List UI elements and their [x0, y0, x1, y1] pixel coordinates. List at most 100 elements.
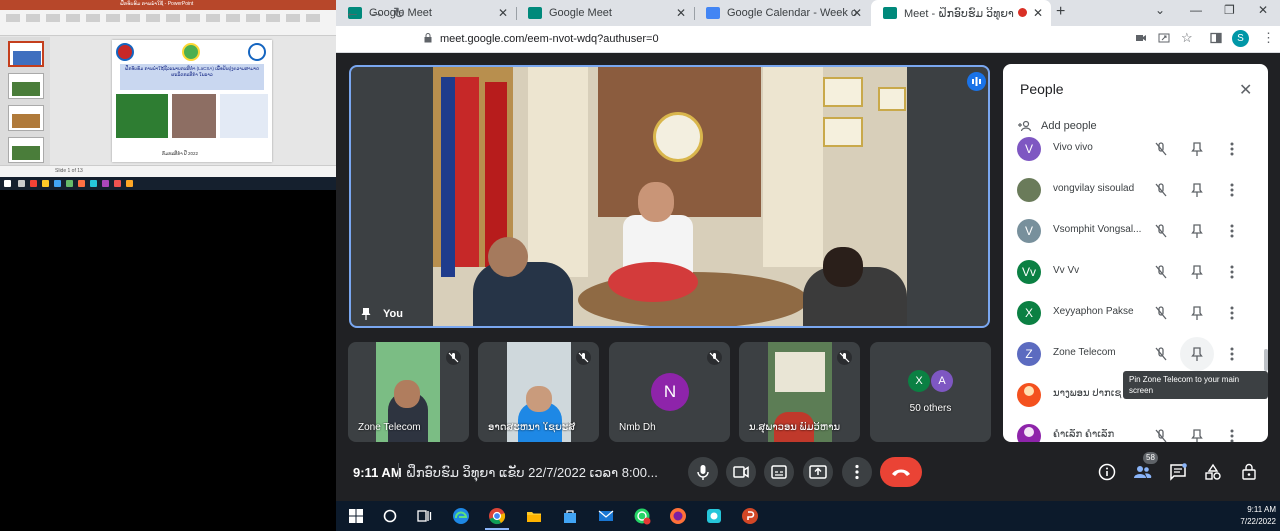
- powerpoint-icon[interactable]: [741, 507, 759, 525]
- chrome-menu-icon[interactable]: ⋮: [1262, 30, 1275, 46]
- mic-off-icon: [1155, 224, 1167, 238]
- participant-row[interactable]: V Vsomphit Vongsal...: [1003, 210, 1268, 251]
- pin-icon[interactable]: [1189, 428, 1205, 442]
- chrome-icon[interactable]: [488, 507, 506, 525]
- share-icon[interactable]: [1158, 32, 1170, 44]
- tab-search-icon[interactable]: ⌄: [1155, 3, 1165, 17]
- reload-button[interactable]: ↻: [393, 4, 406, 22]
- slide-thumb[interactable]: [8, 41, 44, 67]
- meeting-details-icon[interactable]: [1097, 462, 1117, 482]
- search-icon[interactable]: [381, 507, 399, 525]
- close-icon[interactable]: ✕: [676, 6, 686, 20]
- participant-row[interactable]: X Xeyyaphon Pakse: [1003, 292, 1268, 333]
- current-slide[interactable]: ຝຶກອົບຮົມ ການນຳໃຊ້ຊີວະພາບກະສິກຳ (LaCSA) …: [112, 40, 272, 162]
- tile-name: ນ.ສຸພາວອນ ພົມວິຫານ: [749, 422, 841, 433]
- address-bar[interactable]: meet.google.com/eem-nvot-wdq?authuser=0: [418, 30, 1138, 49]
- more-options-icon[interactable]: [1228, 141, 1236, 157]
- close-icon[interactable]: ✕: [852, 6, 862, 20]
- tab-google-calendar[interactable]: Google Calendar - Week of July ... ✕: [694, 0, 870, 26]
- pin-icon[interactable]: [1189, 223, 1205, 239]
- more-options-icon[interactable]: [1228, 428, 1236, 442]
- camera-button[interactable]: [726, 457, 756, 487]
- pin-icon[interactable]: [1189, 264, 1205, 280]
- pin-icon[interactable]: [1189, 182, 1205, 198]
- close-panel-button[interactable]: ✕: [1239, 80, 1252, 100]
- participant-row[interactable]: vongvilay sisoulad: [1003, 169, 1268, 210]
- slide-infographic: [220, 94, 268, 138]
- microphone-button[interactable]: [688, 457, 718, 487]
- firefox-icon[interactable]: [669, 507, 687, 525]
- mail-icon[interactable]: [597, 507, 615, 525]
- divider: [398, 463, 399, 479]
- close-window-button[interactable]: ✕: [1258, 3, 1268, 17]
- more-options-icon[interactable]: [1228, 182, 1236, 198]
- more-options-icon[interactable]: [1228, 346, 1236, 362]
- slide-thumb[interactable]: [8, 105, 44, 131]
- edge-icon[interactable]: [452, 507, 470, 525]
- meet-favicon-icon: [883, 7, 897, 19]
- store-icon[interactable]: [561, 507, 579, 525]
- panel-scrollbar[interactable]: [1264, 349, 1268, 371]
- back-button[interactable]: ←: [345, 4, 360, 21]
- participant-tile-nmb-dh[interactable]: N Nmb Dh: [609, 342, 730, 442]
- present-button[interactable]: [803, 457, 833, 487]
- profile-avatar[interactable]: S: [1232, 30, 1249, 47]
- slide-footer: ກົມກະສິກຳ ປີ 2022: [162, 151, 198, 156]
- mic-off-icon: [1155, 429, 1167, 442]
- file-explorer-icon[interactable]: [525, 507, 543, 525]
- tab-google-meet-1[interactable]: Google Meet ✕: [336, 0, 516, 26]
- windows-taskbar: [336, 501, 1280, 531]
- camera-indicator-icon[interactable]: [1135, 32, 1147, 44]
- participant-row[interactable]: Vv Vv Vv: [1003, 251, 1268, 292]
- chat-icon[interactable]: [1168, 462, 1188, 482]
- avatar: Z: [1017, 342, 1041, 366]
- pin-icon[interactable]: [1189, 141, 1205, 157]
- task-view-icon[interactable]: [415, 507, 433, 525]
- avatar: X: [1017, 301, 1041, 325]
- more-options-icon[interactable]: [1228, 305, 1236, 321]
- more-options-icon[interactable]: [1228, 264, 1236, 280]
- add-people-button[interactable]: Add people: [1017, 118, 1097, 134]
- pin-icon[interactable]: [1189, 305, 1205, 321]
- activities-icon[interactable]: [1203, 462, 1223, 482]
- participant-row[interactable]: Z Zone Telecom: [1003, 333, 1268, 374]
- participant-tile-2[interactable]: ອາດສະຫນາ ໃຊຍະສີ: [478, 342, 599, 442]
- people-icon[interactable]: [1132, 462, 1152, 482]
- slide-thumbnails[interactable]: [0, 37, 50, 165]
- host-controls-icon[interactable]: [1239, 462, 1259, 482]
- tile-name: Nmb Dh: [619, 422, 656, 433]
- leave-call-button[interactable]: [880, 457, 922, 487]
- close-icon[interactable]: ✕: [498, 6, 508, 20]
- tab-meet-active[interactable]: Meet - ຝຶກອົບຮົມ ວິທຸຍາ ແຂັບ ✕: [871, 0, 1051, 26]
- ppt-ribbon[interactable]: [0, 10, 336, 36]
- app-icon[interactable]: [705, 507, 723, 525]
- captions-button[interactable]: [764, 457, 794, 487]
- participant-tile-4[interactable]: ນ.ສຸພາວອນ ພົມວິຫານ: [739, 342, 860, 442]
- slide-thumb[interactable]: [8, 137, 44, 163]
- meeting-time: 9:11 AM: [353, 465, 402, 480]
- more-options-icon[interactable]: [1228, 223, 1236, 239]
- bookmark-star-icon[interactable]: ☆: [1181, 30, 1193, 46]
- more-options-button[interactable]: [842, 457, 872, 487]
- new-tab-button[interactable]: +: [1056, 3, 1065, 21]
- side-panel-icon[interactable]: [1210, 32, 1222, 44]
- participant-name: Zone Telecom: [1053, 347, 1116, 358]
- participant-row[interactable]: V Vivo vivo: [1003, 136, 1268, 169]
- pin-icon[interactable]: [361, 307, 371, 320]
- whatsapp-icon[interactable]: [633, 507, 651, 525]
- main-video-tile[interactable]: You: [349, 65, 990, 328]
- tab-google-meet-2[interactable]: Google Meet ✕: [516, 0, 694, 26]
- close-icon[interactable]: ✕: [1033, 6, 1043, 20]
- participant-tile-others[interactable]: X A 50 others: [870, 342, 991, 442]
- maximize-button[interactable]: ❐: [1224, 3, 1235, 17]
- pin-icon[interactable]: [1189, 346, 1205, 362]
- ppt-status: Slide 1 of 13: [55, 168, 83, 174]
- forward-button[interactable]: →: [369, 4, 384, 21]
- meet-favicon-icon: [528, 7, 542, 19]
- minimize-button[interactable]: —: [1190, 3, 1202, 17]
- participant-tile-zone-telecom[interactable]: Zone Telecom: [348, 342, 469, 442]
- participant-row[interactable]: ຄຳເລັກ ຄຳເລັກ: [1003, 415, 1268, 442]
- slide-thumb[interactable]: [8, 73, 44, 99]
- system-clock[interactable]: 9:11 AM 7/22/2022: [1226, 504, 1276, 528]
- windows-start-icon[interactable]: [347, 507, 365, 525]
